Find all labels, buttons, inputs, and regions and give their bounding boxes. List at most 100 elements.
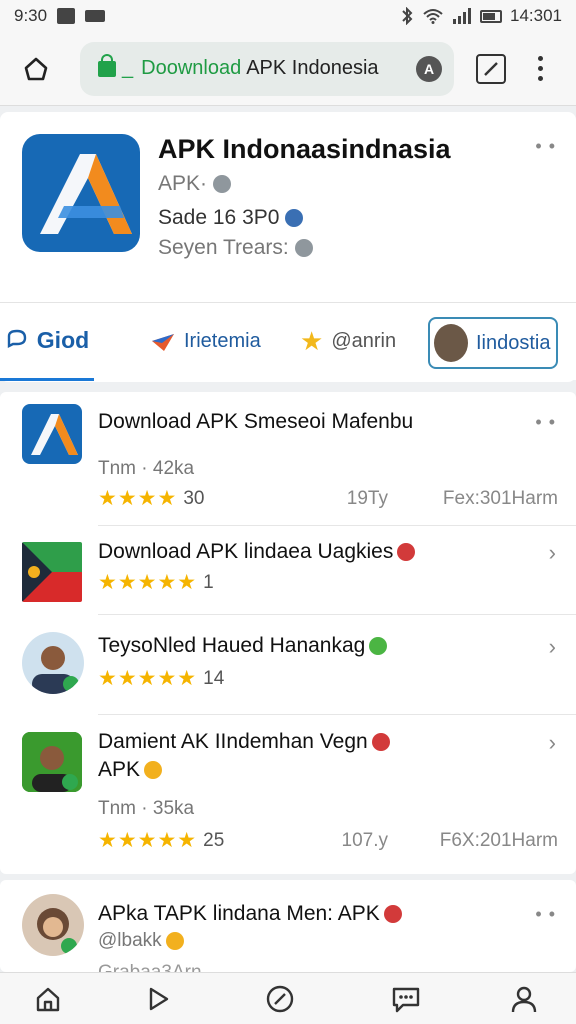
bottom-navigation — [0, 972, 576, 1024]
list-item-size: F6X:201Harm — [439, 830, 558, 851]
rating-count: 14 — [203, 667, 225, 689]
rating-stars: ★★★★★ — [98, 829, 198, 852]
list-item-title-2-text: APK — [98, 758, 141, 781]
list-item-cut-text: Grabaa3Arn — [98, 962, 202, 972]
list-item-handle: @lbakk — [98, 930, 184, 952]
category-tabs: Giod Irietemia ★ @anrin Iindostia — [0, 302, 576, 381]
user-icon — [511, 986, 537, 1013]
list-item-stat: 107.y — [341, 830, 388, 851]
emoji-icon — [165, 931, 184, 950]
edit-icon — [484, 61, 498, 76]
divider — [98, 714, 576, 715]
chevron-right-icon[interactable]: › — [549, 730, 556, 756]
list-item-title: TeysoNled Haued Hanankag — [98, 634, 388, 658]
header-line-2-text: Sade 16 3P0 — [158, 206, 280, 229]
url-separator: _ — [122, 57, 134, 79]
app-logo-icon — [22, 134, 140, 252]
badge-icon — [397, 543, 416, 562]
notification-icon-2 — [85, 10, 106, 22]
badge-icon — [383, 905, 402, 924]
verified-icon — [369, 637, 388, 656]
more-icon[interactable]: • • — [535, 904, 556, 925]
list-item[interactable]: APka TAPK lindana Men: APK • • @lbakk Gr… — [0, 880, 576, 972]
list-item-stat: 19Ty — [346, 488, 388, 509]
more-icon[interactable]: • • — [535, 412, 556, 433]
header-line-3: Seyen Trears: — [158, 236, 313, 260]
play-icon — [149, 987, 169, 1011]
notification-icon — [57, 8, 76, 24]
rating: ★★★★★ 1 — [98, 570, 214, 595]
tab-anrin[interactable]: ★ @anrin — [300, 303, 396, 381]
list-item-title: APka TAPK lindana Men: APK — [98, 902, 402, 926]
chat-bubble-icon — [392, 987, 420, 1013]
home-icon — [24, 57, 48, 80]
list-item[interactable]: Damient AK IIndemhan Vegn APK › Tnm · 35… — [0, 716, 576, 866]
wifi-icon — [423, 9, 443, 24]
list-item-title-2: APK — [98, 758, 163, 782]
list-item-title-text: Damient AK IIndemhan Vegn — [98, 730, 368, 753]
divider — [98, 614, 576, 615]
status-time: 9:30 — [14, 6, 48, 25]
nav-messages-button[interactable] — [390, 983, 422, 1015]
menu-dot — [538, 76, 543, 81]
chat-icon — [7, 329, 26, 348]
app-header-card: APK Indonaasindnasia • • APK· Sade 16 3P… — [0, 112, 576, 382]
chevron-right-icon[interactable]: › — [549, 540, 556, 566]
list-item-meta: Tnm · 35ka — [98, 798, 195, 819]
tab-giod[interactable]: Giod — [0, 303, 94, 381]
compass-icon — [266, 985, 294, 1013]
rating-stars: ★★★★★ — [98, 667, 198, 690]
lock-icon — [98, 53, 116, 77]
globe-icon — [294, 239, 313, 257]
list-item-title: Download APK Smeseoi Mafenbu — [98, 410, 414, 433]
header-line-1: APK· — [158, 172, 232, 196]
nav-profile-button[interactable] — [508, 983, 540, 1015]
tab-switcher-button[interactable] — [476, 53, 506, 84]
site-avatar-icon[interactable]: A — [416, 55, 442, 82]
signal-icon — [453, 8, 471, 24]
app-list-card: Download APK Smeseoi Mafenbu • • Tnm · 4… — [0, 392, 576, 874]
nav-explore-button[interactable] — [264, 983, 296, 1015]
overflow-menu-button[interactable] — [538, 56, 543, 81]
star-icon: ★ — [300, 326, 324, 356]
app-logo-icon — [22, 404, 82, 464]
tab-label: Iindostia — [476, 331, 551, 354]
nav-home-button[interactable] — [32, 983, 64, 1015]
rating: ★★★★★ 14 — [98, 666, 224, 691]
menu-dot — [538, 66, 543, 71]
list-item[interactable]: TeysoNled Haued Hanankag › ★★★★★ 14 — [0, 616, 576, 706]
list-item-meta: Tnm · 42ka — [98, 458, 195, 479]
header-line-1-text: APK· — [158, 172, 208, 195]
bluetooth-icon — [402, 7, 413, 25]
browser-toolbar: _ Doownload APK Indonesia A — [0, 32, 576, 106]
globe-icon — [285, 209, 304, 227]
list-item[interactable]: Download APK lindaea Uagkies › ★★★★★ 1 — [0, 526, 576, 614]
flag-icon — [22, 542, 82, 602]
rating-stars: ★★★★★ — [98, 571, 198, 594]
avatar — [434, 324, 468, 362]
chevron-right-icon[interactable]: › — [549, 634, 556, 660]
plane-icon — [152, 333, 174, 351]
tab-irietemia[interactable]: Irietemia — [150, 303, 261, 381]
list-item-size: Fex:301Harm — [442, 488, 558, 509]
tab-iindostia[interactable]: Iindostia — [428, 317, 558, 369]
nav-play-button[interactable] — [142, 983, 174, 1015]
header-more-icon[interactable]: • • — [535, 136, 556, 157]
rating: ★★★★★ 25 — [98, 828, 224, 853]
list-item-title: Download APK lindaea Uagkies — [98, 540, 416, 564]
menu-dot — [538, 56, 543, 61]
home-button[interactable] — [14, 47, 58, 91]
address-bar[interactable]: _ Doownload APK Indonesia A — [80, 41, 454, 96]
avatar — [22, 632, 84, 694]
status-right-text: 14:301 — [510, 6, 562, 25]
avatar — [22, 732, 82, 792]
list-item[interactable]: Download APK Smeseoi Mafenbu • • Tnm · 4… — [0, 392, 576, 524]
list-item-title-text: APka TAPK lindana Men: APK — [98, 902, 380, 925]
sun-icon — [144, 761, 163, 780]
list-item-title: Damient AK IIndemhan Vegn — [98, 730, 390, 754]
list-item-title-text: Download APK lindaea Uagkies — [98, 540, 394, 563]
header-line-3-text: Seyen Trears: — [158, 236, 289, 259]
app-title: APK Indonaasindnasia — [158, 134, 451, 164]
badge-icon — [371, 733, 390, 752]
list-item-handle-text: @lbakk — [98, 930, 162, 951]
